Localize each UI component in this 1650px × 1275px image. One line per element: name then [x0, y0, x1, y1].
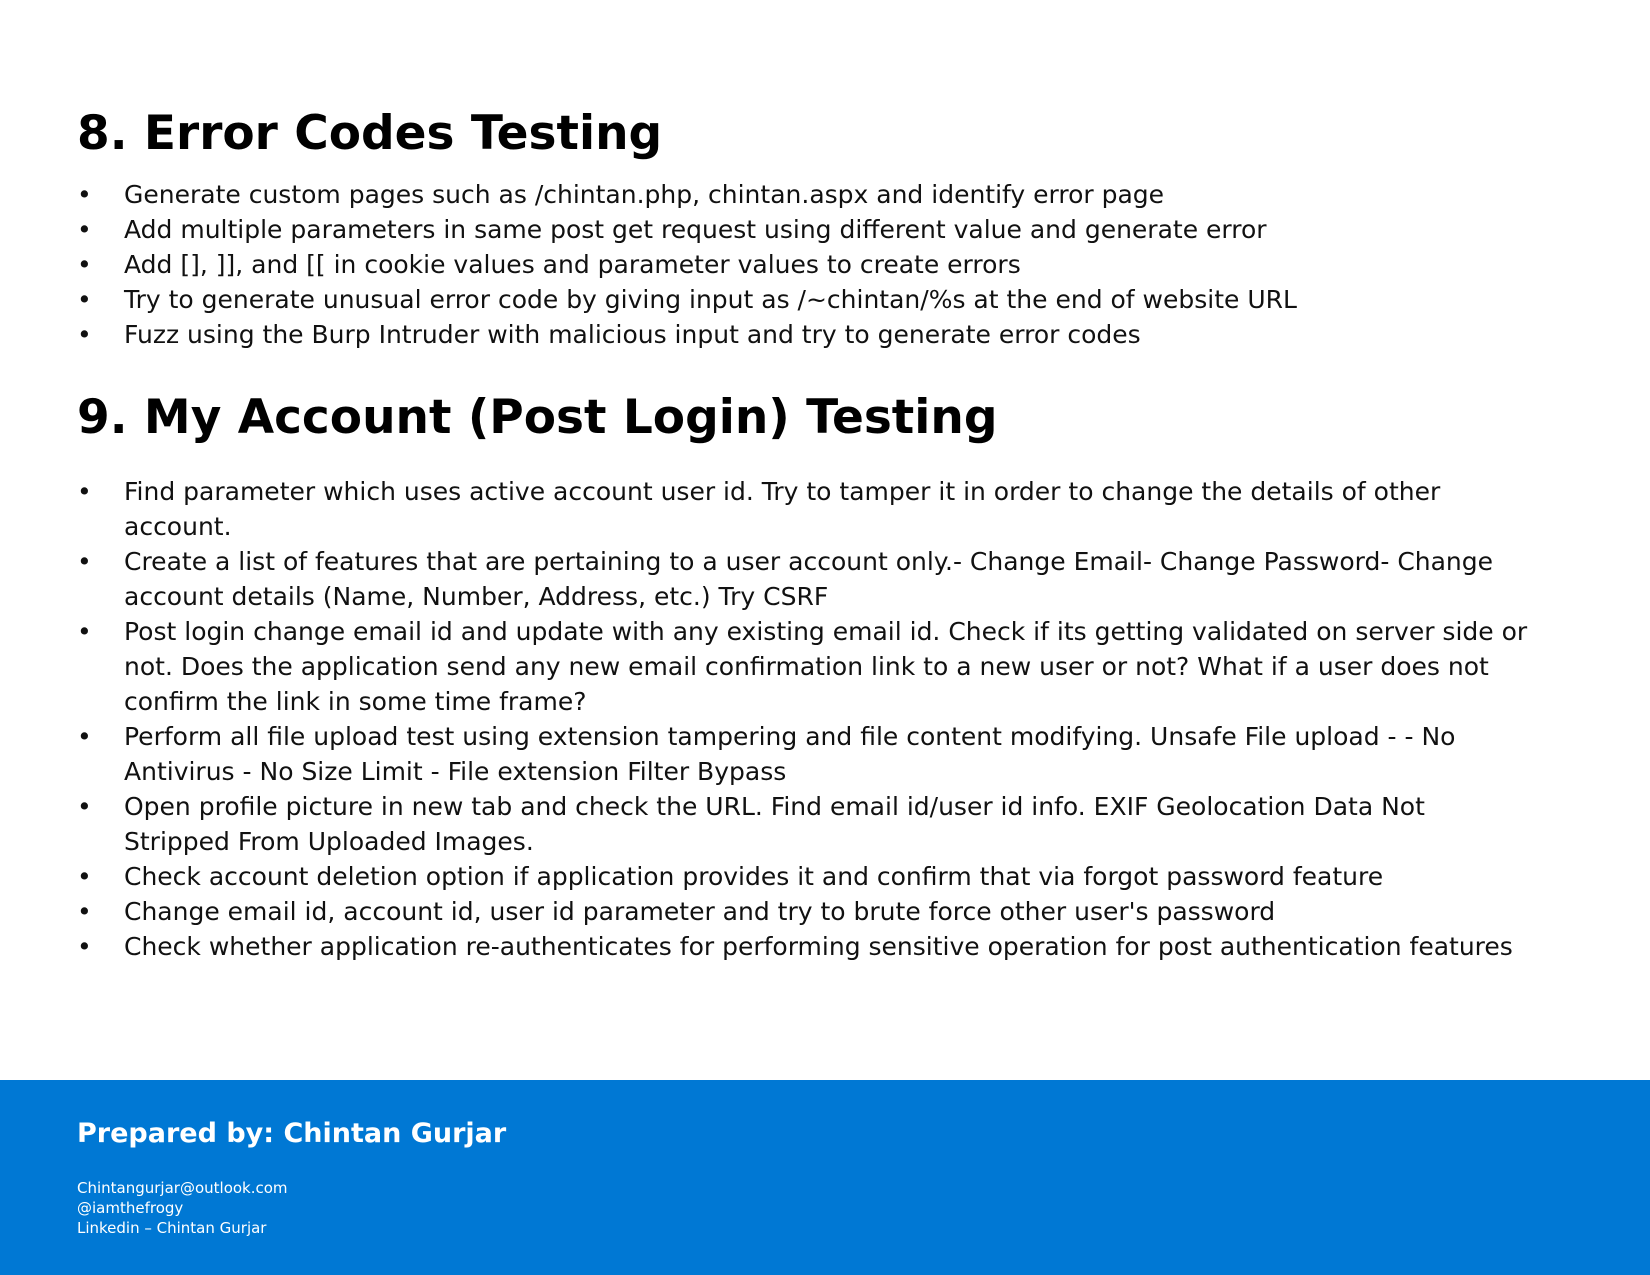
list-item: • Check whether application re-authentica…: [77, 929, 1537, 964]
list-item-text: Open profile picture in new tab and chec…: [124, 792, 1425, 856]
list-item: • Perform all file upload test using exte…: [77, 719, 1537, 789]
list-item: • Change email id, account id, user id pa…: [77, 894, 1537, 929]
list-item-text: Perform all file upload test using exten…: [124, 722, 1456, 786]
list-item: • Check account deletion option if applic…: [77, 859, 1537, 894]
list-item: • Add [], ]], and [[ in cookie values and…: [77, 247, 1537, 282]
section-title-error-codes: 8. Error Codes Testing: [77, 106, 663, 161]
author-handle: @iamthefrogy: [77, 1199, 184, 1217]
bullet-icon: •: [77, 862, 92, 891]
list-item-text: Check account deletion option if applica…: [124, 862, 1384, 891]
list-item: • Find parameter which uses active accoun…: [77, 474, 1537, 544]
list-item: • Post login change email id and update w…: [77, 614, 1537, 719]
bullet-icon: •: [77, 285, 92, 314]
bullet-icon: •: [77, 897, 92, 926]
list-item-text: Post login change email id and update wi…: [124, 617, 1528, 716]
section-title-my-account: 9. My Account (Post Login) Testing: [77, 390, 998, 445]
list-item-text: Add multiple parameters in same post get…: [124, 215, 1267, 244]
my-account-list: • Find parameter which uses active accoun…: [77, 474, 1537, 964]
list-item: • Fuzz using the Burp Intruder with malic…: [77, 317, 1537, 352]
author-email: Chintangurjar@outlook.com: [77, 1179, 288, 1197]
bullet-icon: •: [77, 792, 92, 821]
list-item-text: Check whether application re-authenticat…: [124, 932, 1513, 961]
list-item-text: Try to generate unusual error code by gi…: [124, 285, 1297, 314]
list-item: • Generate custom pages such as /chintan.…: [77, 177, 1537, 212]
footer-banner: Prepared by: Chintan Gurjar Chintangurja…: [0, 1080, 1650, 1275]
list-item: • Try to generate unusual error code by g…: [77, 282, 1537, 317]
list-item-text: Generate custom pages such as /chintan.p…: [124, 180, 1165, 209]
bullet-icon: •: [77, 932, 92, 961]
bullet-icon: •: [77, 617, 92, 646]
list-item: • Open profile picture in new tab and che…: [77, 789, 1537, 859]
error-codes-list: • Generate custom pages such as /chintan.…: [77, 177, 1537, 352]
bullet-icon: •: [77, 547, 92, 576]
bullet-icon: •: [77, 722, 92, 751]
bullet-icon: •: [77, 320, 92, 349]
list-item-text: Create a list of features that are perta…: [124, 547, 1494, 611]
author-linkedin: Linkedin – Chintan Gurjar: [77, 1219, 267, 1237]
list-item-text: Change email id, account id, user id par…: [124, 897, 1276, 926]
bullet-icon: •: [77, 250, 92, 279]
list-item-text: Add [], ]], and [[ in cookie values and …: [124, 250, 1021, 279]
list-item-text: Fuzz using the Burp Intruder with malici…: [124, 320, 1141, 349]
list-item: • Add multiple parameters in same post ge…: [77, 212, 1537, 247]
list-item: • Create a list of features that are pert…: [77, 544, 1537, 614]
bullet-icon: •: [77, 477, 92, 506]
bullet-icon: •: [77, 180, 92, 209]
bullet-icon: •: [77, 215, 92, 244]
prepared-by-text: Prepared by: Chintan Gurjar: [77, 1118, 507, 1149]
list-item-text: Find parameter which uses active account…: [124, 477, 1441, 541]
